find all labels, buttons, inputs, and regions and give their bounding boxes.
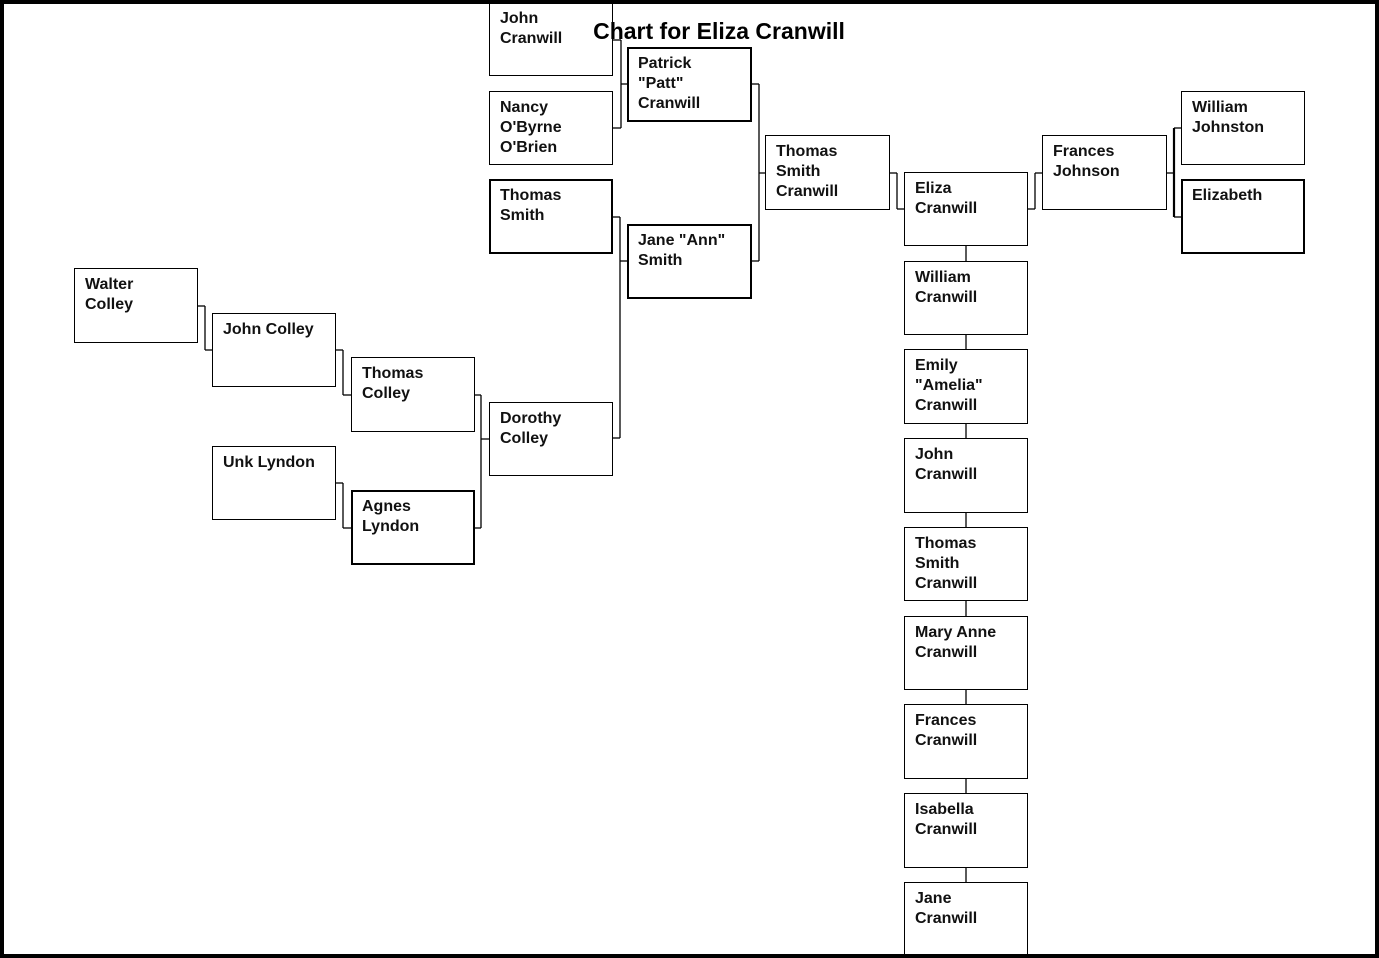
- person-name: Unk Lyndon: [223, 454, 315, 471]
- person-name: Jane "Ann" Smith: [638, 232, 726, 269]
- person-name: John Colley: [223, 321, 314, 338]
- sibling-box[interactable]: Mary Anne Cranwill: [904, 616, 1028, 690]
- sibling-box[interactable]: Emily "Amelia" Cranwill: [904, 349, 1028, 424]
- person-name: Eliza Cranwill: [915, 180, 978, 217]
- chart-title: Chart for Eliza Cranwill: [593, 18, 845, 44]
- person-name: Dorothy Colley: [500, 410, 562, 447]
- person-box-thomas-colley[interactable]: Thomas Colley: [351, 357, 475, 432]
- person-box-eliza-cranwill[interactable]: Eliza Cranwill: [904, 172, 1028, 246]
- sibling-name: Jane Cranwill: [915, 890, 978, 927]
- person-name: Thomas Smith: [500, 187, 562, 224]
- sibling-name: Isabella Cranwill: [915, 801, 978, 838]
- person-box-jane-ann-smith[interactable]: Jane "Ann" Smith: [627, 224, 752, 299]
- sibling-name: John Cranwill: [915, 446, 978, 483]
- person-box-william-johnston[interactable]: William Johnston: [1181, 91, 1305, 165]
- sibling-name: William Cranwill: [915, 269, 978, 306]
- person-name: Walter Colley: [85, 276, 134, 313]
- person-box-patrick-cranwill[interactable]: Patrick "Patt" Cranwill: [627, 47, 752, 122]
- person-box-frances-johnson[interactable]: Frances Johnson: [1042, 135, 1167, 210]
- sibling-name: Mary Anne Cranwill: [915, 624, 997, 661]
- sibling-box[interactable]: Thomas Smith Cranwill: [904, 527, 1028, 601]
- person-box-walter-colley[interactable]: Walter Colley: [74, 268, 198, 343]
- sibling-name: Emily "Amelia" Cranwill: [915, 357, 983, 414]
- sibling-box[interactable]: Jane Cranwill: [904, 882, 1028, 954]
- person-box-dorothy-colley[interactable]: Dorothy Colley: [489, 402, 613, 476]
- person-box-unk-lyndon[interactable]: Unk Lyndon: [212, 446, 336, 520]
- pedigree-chart-canvas: Chart for Eliza Cranwill John Cranwill N…: [4, 4, 1375, 954]
- person-box-thomas-smith-cranwill[interactable]: Thomas Smith Cranwill: [765, 135, 890, 210]
- sibling-name: Frances Cranwill: [915, 712, 978, 749]
- sibling-box[interactable]: Frances Cranwill: [904, 704, 1028, 779]
- person-box-elizabeth[interactable]: Elizabeth: [1181, 179, 1305, 254]
- person-name: Agnes Lyndon: [362, 498, 420, 535]
- connector-lines: [197, 39, 1181, 883]
- person-box-thomas-smith[interactable]: Thomas Smith: [489, 179, 613, 254]
- person-name: Elizabeth: [1192, 187, 1263, 204]
- person-name: Frances Johnson: [1053, 143, 1120, 180]
- sibling-box[interactable]: Isabella Cranwill: [904, 793, 1028, 868]
- sibling-box[interactable]: William Cranwill: [904, 261, 1028, 335]
- person-name: Nancy O'Byrne O'Brien: [500, 99, 562, 156]
- person-name: William Johnston: [1192, 99, 1264, 136]
- person-box-john-colley[interactable]: John Colley: [212, 313, 336, 387]
- person-box-nancy-obyrne[interactable]: Nancy O'Byrne O'Brien: [489, 91, 613, 165]
- person-name: Thomas Colley: [362, 365, 424, 402]
- person-name: Patrick "Patt" Cranwill: [638, 55, 701, 112]
- person-box-agnes-lyndon[interactable]: Agnes Lyndon: [351, 490, 475, 565]
- sibling-name: Thomas Smith Cranwill: [915, 535, 978, 592]
- person-name: Thomas Smith Cranwill: [776, 143, 839, 200]
- sibling-box[interactable]: John Cranwill: [904, 438, 1028, 513]
